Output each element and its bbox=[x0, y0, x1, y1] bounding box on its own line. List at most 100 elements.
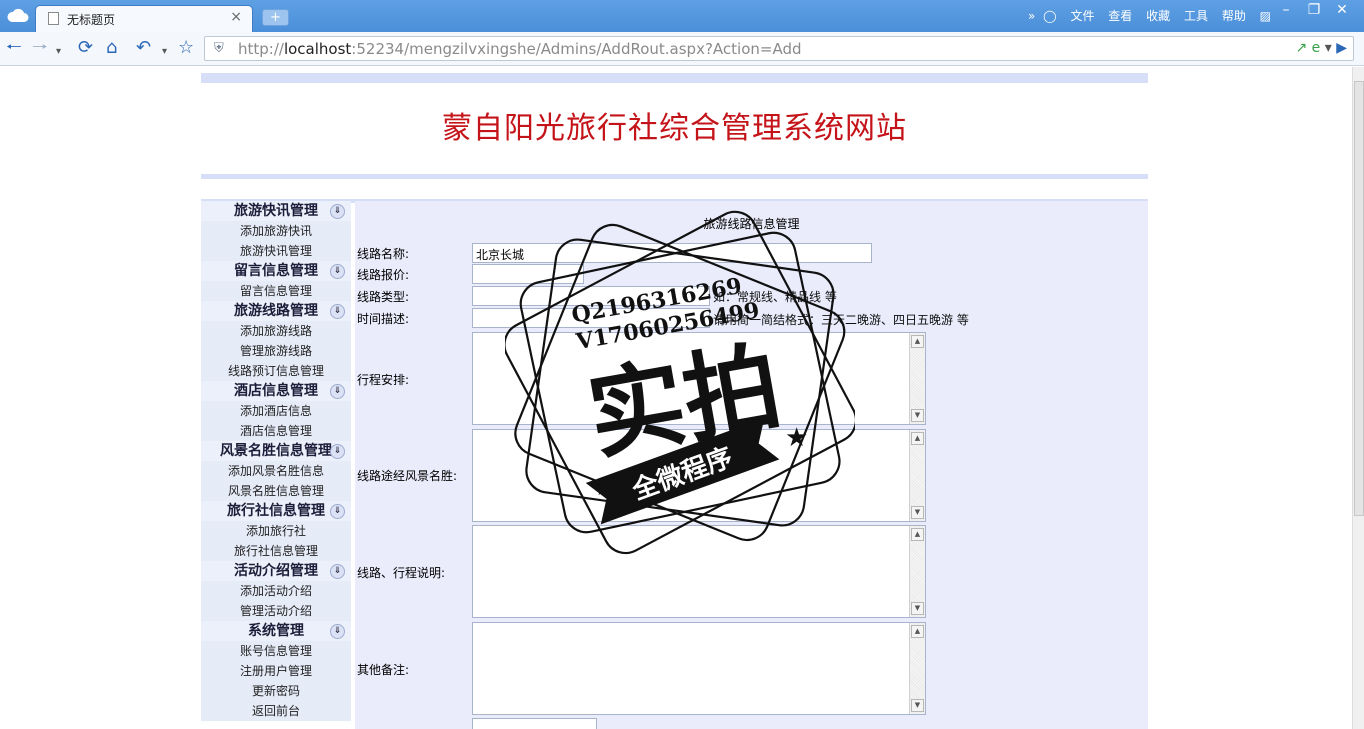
header-band-top bbox=[201, 73, 1148, 83]
home-icon[interactable]: ⌂ bbox=[106, 38, 117, 58]
menu-view[interactable]: 查看 bbox=[1108, 9, 1132, 23]
ie-mode-icon[interactable]: e bbox=[1312, 40, 1321, 56]
next-field-input[interactable] bbox=[472, 718, 597, 729]
sidebar-item-add-hotel[interactable]: 添加酒店信息 bbox=[201, 401, 351, 421]
scroll-up-icon[interactable]: ▲ bbox=[911, 335, 924, 348]
address-bar[interactable]: ⛨ http://localhost:52234/mengzilvxingshe… bbox=[204, 36, 1354, 61]
sidebar-item-manage-scenic[interactable]: 风景名胜信息管理 bbox=[201, 481, 351, 501]
route-name-input[interactable]: 北京长城 bbox=[472, 243, 872, 263]
time-desc-hint: 请用简一简结格式：三天二晚游、四日五晚游 等 bbox=[713, 313, 969, 327]
new-tab-button[interactable]: + bbox=[262, 9, 289, 26]
price-label: 线路报价: bbox=[357, 268, 410, 282]
history-dropdown-icon[interactable]: ▾ bbox=[56, 42, 61, 62]
collapse-toggle-icon[interactable]: ⇓ bbox=[330, 204, 345, 219]
sidebar-item-add-news[interactable]: 添加旅游快讯 bbox=[201, 221, 351, 241]
admin-sidebar: 旅游快讯管理 ⇓ 添加旅游快讯 旅游快讯管理 留言信息管理 ⇓ 留言信息管理 旅游线… bbox=[201, 201, 351, 721]
sidebar-item-manage-agencies[interactable]: 旅行社信息管理 bbox=[201, 541, 351, 561]
scroll-down-icon[interactable]: ▼ bbox=[911, 409, 924, 422]
sidebar-item-accounts[interactable]: 账号信息管理 bbox=[201, 641, 351, 661]
textarea-scrollbar[interactable]: ▲ ▼ bbox=[909, 333, 925, 424]
sidebar-item-manage-hotels[interactable]: 酒店信息管理 bbox=[201, 421, 351, 441]
skin-shirt-icon[interactable]: ▨ bbox=[1260, 9, 1271, 23]
time-desc-input[interactable] bbox=[472, 308, 710, 328]
shield-icon: ⛨ bbox=[214, 41, 224, 56]
tab-close-icon[interactable]: × bbox=[230, 9, 242, 25]
back-arrow-icon[interactable]: 🠐 bbox=[6, 38, 22, 58]
sidebar-group-hotels[interactable]: 酒店信息管理 ⇓ bbox=[201, 381, 351, 401]
sidebar-group-activities[interactable]: 活动介绍管理 ⇓ bbox=[201, 561, 351, 581]
scroll-down-icon[interactable]: ▼ bbox=[911, 506, 924, 519]
collapse-toggle-icon[interactable]: ⇓ bbox=[330, 444, 345, 459]
sidebar-item-add-scenic[interactable]: 添加风景名胜信息 bbox=[201, 461, 351, 481]
sidebar-item-add-activity[interactable]: 添加活动介绍 bbox=[201, 581, 351, 601]
price-input[interactable] bbox=[472, 264, 584, 284]
browser-cloud-icon bbox=[7, 8, 29, 22]
tab-title: 无标题页 bbox=[67, 13, 116, 27]
sidebar-group-news[interactable]: 旅游快讯管理 ⇓ bbox=[201, 201, 351, 221]
forward-arrow-icon[interactable]: 🠒 bbox=[32, 38, 48, 58]
scroll-down-icon[interactable]: ▼ bbox=[911, 602, 924, 615]
scroll-up-icon[interactable]: ▲ bbox=[911, 625, 924, 638]
textarea-scrollbar[interactable]: ▲ ▼ bbox=[909, 623, 925, 714]
restore-icon[interactable]: ❐ bbox=[1300, 2, 1328, 18]
menu-help[interactable]: 帮助 bbox=[1222, 9, 1246, 23]
sidebar-group-agencies[interactable]: 旅行社信息管理 ⇓ bbox=[201, 501, 351, 521]
address-url[interactable]: http://localhost:52234/mengzilvxingshe/A… bbox=[238, 40, 802, 58]
minimize-icon[interactable]: – bbox=[1272, 2, 1300, 18]
scroll-down-icon[interactable]: ▼ bbox=[911, 699, 924, 712]
menu-tools[interactable]: 工具 bbox=[1184, 9, 1208, 23]
refresh-icon[interactable]: ⟳ bbox=[78, 38, 93, 58]
scroll-up-icon[interactable]: ▲ bbox=[911, 528, 924, 541]
sidebar-group-messages[interactable]: 留言信息管理 ⇓ bbox=[201, 261, 351, 281]
scenic-textarea[interactable]: ▲ ▼ bbox=[472, 429, 926, 522]
route-type-input[interactable] bbox=[472, 286, 710, 306]
sidebar-item-add-agency[interactable]: 添加旅行社 bbox=[201, 521, 351, 541]
route-name-label: 线路名称: bbox=[357, 247, 410, 261]
sidebar-group-system[interactable]: 系统管理 ⇓ bbox=[201, 621, 351, 641]
sidebar-item-add-route[interactable]: 添加旅游线路 bbox=[201, 321, 351, 341]
more-chevron-icon[interactable]: » bbox=[1028, 9, 1035, 23]
menu-favorites[interactable]: 收藏 bbox=[1146, 9, 1170, 23]
sidebar-item-change-password[interactable]: 更新密码 bbox=[201, 681, 351, 701]
sidebar-item-manage-messages[interactable]: 留言信息管理 bbox=[201, 281, 351, 301]
collapse-toggle-icon[interactable]: ⇓ bbox=[330, 624, 345, 639]
go-arrow-icon[interactable]: ▶ bbox=[1336, 40, 1347, 56]
collapse-toggle-icon[interactable]: ⇓ bbox=[330, 264, 345, 279]
browser-tab[interactable]: 无标题页 × bbox=[35, 5, 253, 32]
window-close-icon[interactable]: ✕ bbox=[1328, 2, 1356, 18]
collapse-toggle-icon[interactable]: ⇓ bbox=[330, 384, 345, 399]
site-title: 蒙自阳光旅行社综合管理系统网站 bbox=[442, 111, 907, 146]
sidebar-item-route-bookings[interactable]: 线路预订信息管理 bbox=[201, 361, 351, 381]
itinerary-label: 行程安排: bbox=[357, 373, 410, 387]
route-notes-label: 线路、行程说明: bbox=[357, 566, 446, 580]
user-icon[interactable]: ◯ bbox=[1043, 9, 1056, 23]
collapse-toggle-icon[interactable]: ⇓ bbox=[330, 504, 345, 519]
menu-file[interactable]: 文件 bbox=[1070, 9, 1094, 23]
favorite-star-icon[interactable]: ☆ bbox=[178, 38, 194, 58]
window-controls: – ❐ ✕ bbox=[1272, 2, 1364, 24]
sidebar-item-users[interactable]: 注册用户管理 bbox=[201, 661, 351, 681]
other-remarks-label: 其他备注: bbox=[357, 663, 410, 677]
undo-icon[interactable]: ↶ bbox=[136, 38, 151, 58]
itinerary-textarea[interactable]: ▲ ▼ bbox=[472, 332, 926, 425]
collapse-toggle-icon[interactable]: ⇓ bbox=[330, 304, 345, 319]
page-scrollbar-thumb[interactable] bbox=[1354, 81, 1364, 516]
collapse-toggle-icon[interactable]: ⇓ bbox=[330, 564, 345, 579]
sidebar-item-manage-routes[interactable]: 管理旅游线路 bbox=[201, 341, 351, 361]
route-notes-textarea[interactable]: ▲ ▼ bbox=[472, 525, 926, 618]
route-type-hint: 如：常规线、精品线 等 bbox=[713, 290, 837, 304]
textarea-scrollbar[interactable]: ▲ ▼ bbox=[909, 430, 925, 521]
sidebar-item-manage-news[interactable]: 旅游快讯管理 bbox=[201, 241, 351, 261]
address-dropdown-icon[interactable]: ▾ bbox=[1325, 40, 1332, 56]
page-scrollbar[interactable] bbox=[1352, 67, 1364, 729]
undo-dropdown-icon[interactable]: ▾ bbox=[162, 42, 167, 62]
browser-navbar: 🠐 🠒 ▾ ⟳ ⌂ ↶ ▾ ☆ ⛨ http://localhost:52234… bbox=[0, 32, 1364, 66]
sidebar-item-manage-activities[interactable]: 管理活动介绍 bbox=[201, 601, 351, 621]
textarea-scrollbar[interactable]: ▲ ▼ bbox=[909, 526, 925, 617]
scroll-up-icon[interactable]: ▲ bbox=[911, 432, 924, 445]
sidebar-group-routes[interactable]: 旅游线路管理 ⇓ bbox=[201, 301, 351, 321]
sidebar-item-back-to-front[interactable]: 返回前台 bbox=[201, 701, 351, 721]
other-remarks-textarea[interactable]: ▲ ▼ bbox=[472, 622, 926, 715]
share-icon[interactable]: ↗ bbox=[1295, 40, 1307, 56]
sidebar-group-scenic[interactable]: 风景名胜信息管理 ⇓ bbox=[201, 441, 351, 461]
